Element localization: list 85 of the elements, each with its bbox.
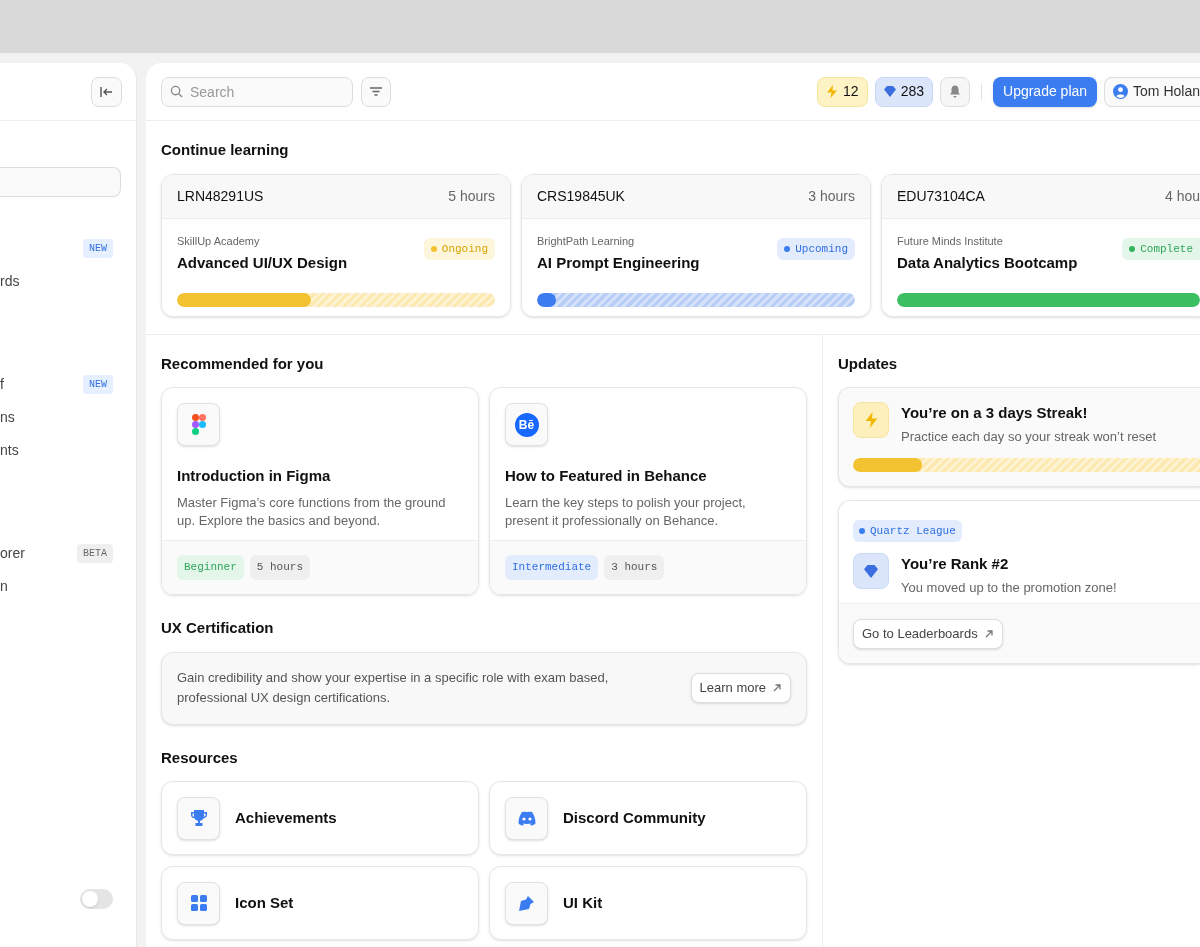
resource-title: Achievements bbox=[235, 807, 337, 828]
streak-subtitle: Practice each day so your streak won’t reset bbox=[901, 427, 1157, 446]
filter-button[interactable] bbox=[361, 76, 391, 107]
duration-tag: 3 hours bbox=[604, 555, 665, 580]
status-badge: Ongoing bbox=[423, 237, 495, 260]
course-title: AI Prompt Engineering bbox=[537, 253, 700, 273]
filter-icon bbox=[370, 87, 382, 96]
course-card[interactable]: Introduction in Figma Master Figma’s core functions from the ground up. Explore the basics and beyond. Beginner 5 hours bbox=[161, 387, 479, 595]
resource-card[interactable]: Discord Community bbox=[489, 781, 807, 855]
rank-title: You’re Rank #2 bbox=[901, 554, 1010, 575]
section-title: Continue learning bbox=[161, 140, 290, 160]
course-description: Master Figma’s core functions from the ground up. Explore the basics and beyond. bbox=[177, 493, 447, 530]
streak-title: You’re on a 3 days Streak! bbox=[901, 403, 1089, 423]
search-field[interactable] bbox=[0, 167, 121, 197]
pen-nib-icon bbox=[518, 894, 535, 912]
status-badge: Upcoming bbox=[777, 237, 855, 260]
notifications-button[interactable] bbox=[940, 76, 970, 107]
course-duration: 3 hours bbox=[808, 186, 855, 206]
resource-card[interactable]: Icon Set bbox=[161, 866, 479, 940]
level-tag: Beginner bbox=[177, 555, 244, 580]
level-tag: Intermediate bbox=[505, 555, 599, 580]
league-badge: Quartz League bbox=[853, 519, 962, 543]
leaderboards-button[interactable]: Go to Leaderboards bbox=[853, 618, 1003, 649]
streak-badge[interactable]: 12 bbox=[817, 76, 868, 107]
course-card[interactable]: LRN48291US 5 hours SkillUp Academy Advanced UI/UX Design Ongoing bbox=[161, 173, 511, 317]
lightning-icon bbox=[826, 85, 839, 98]
provider-name: SkillUp Academy bbox=[177, 233, 261, 249]
section-title: Recommended for you bbox=[161, 353, 325, 374]
grid-icon bbox=[190, 895, 207, 911]
learn-more-button[interactable]: Learn more bbox=[690, 673, 791, 703]
user-avatar-icon bbox=[1113, 84, 1129, 99]
provider-name: BrightPath Learning bbox=[537, 233, 636, 249]
course-title: Introduction in Figma bbox=[177, 466, 332, 486]
course-duration: 4 hou bbox=[1164, 186, 1200, 206]
certification-text: Gain credibility and show your expertise in a specific role with exam based, professional UX design certifications. bbox=[177, 669, 610, 707]
sidebar-item[interactable]: ns bbox=[0, 407, 15, 428]
resource-title: Discord Community bbox=[563, 807, 706, 828]
badge: BETA bbox=[77, 544, 113, 563]
course-title: Advanced UI/UX Design bbox=[177, 253, 348, 273]
sidebar-item[interactable]: rds bbox=[0, 271, 20, 292]
course-card[interactable]: Bē How to Featured in Behance Learn the key steps to polish your project, present it professionally on Behance. Intermediate 3 hours bbox=[489, 387, 807, 595]
course-duration: 5 hours bbox=[448, 186, 495, 206]
arrow-up-right-icon bbox=[772, 683, 782, 693]
resource-card[interactable]: Achievements bbox=[161, 781, 479, 855]
upgrade-plan-button[interactable]: Upgrade plan bbox=[993, 76, 1098, 107]
collapse-icon bbox=[100, 85, 113, 98]
course-title: Data Analytics Bootcamp bbox=[897, 253, 1078, 273]
behance-logo: Bē bbox=[514, 412, 539, 437]
course-card[interactable]: CRS19845UK 3 hours BrightPath Learning AI Prompt Engineering Upcoming bbox=[521, 173, 871, 317]
badge: NEW bbox=[83, 375, 113, 394]
resource-title: UI Kit bbox=[563, 892, 603, 913]
resource-card[interactable]: UI Kit bbox=[489, 866, 807, 940]
section-title: UX Certification bbox=[161, 618, 275, 638]
lightning-icon bbox=[864, 412, 878, 428]
trophy-icon bbox=[189, 809, 208, 827]
course-code: CRS19845UK bbox=[537, 186, 625, 206]
status-badge: Complete bbox=[1122, 237, 1200, 260]
sidebar-item[interactable]: f bbox=[0, 374, 4, 395]
provider-name: Future Minds Institute bbox=[897, 233, 1004, 249]
collapse-sidebar-button[interactable] bbox=[91, 76, 122, 107]
sidebar-item[interactable]: orer bbox=[0, 543, 25, 564]
section-title: Updates bbox=[838, 353, 899, 374]
gem-icon bbox=[864, 564, 878, 578]
badge: NEW bbox=[83, 239, 113, 258]
course-code: LRN48291US bbox=[177, 186, 264, 206]
bell-icon bbox=[949, 85, 961, 98]
course-code: EDU73104CA bbox=[897, 186, 985, 206]
resource-title: Icon Set bbox=[235, 892, 294, 913]
game-controller-chat-icon bbox=[516, 810, 537, 826]
sidebar-item[interactable]: n bbox=[0, 576, 8, 597]
gems-badge[interactable]: 283 bbox=[874, 76, 933, 107]
rank-subtitle: You moved up to the promotion zone! bbox=[901, 578, 1117, 597]
duration-tag: 5 hours bbox=[249, 555, 311, 580]
figma-logo-icon bbox=[191, 414, 206, 435]
sidebar-item[interactable]: nts bbox=[0, 440, 19, 461]
arrow-up-right-icon bbox=[983, 628, 994, 639]
section-title: Resources bbox=[161, 747, 239, 768]
course-title: How to Featured in Behance bbox=[505, 466, 708, 486]
toggle-switch[interactable] bbox=[80, 889, 113, 909]
search-icon bbox=[170, 84, 183, 98]
course-card[interactable]: EDU73104CA 4 hou Future Minds Institute Data Analytics Bootcamp Complete bbox=[881, 173, 1200, 317]
user-menu-button[interactable]: Tom Holan bbox=[1104, 76, 1200, 107]
search-field[interactable]: Search bbox=[161, 76, 353, 107]
gem-icon bbox=[883, 86, 896, 97]
course-description: Learn the key steps to polish your project, present it professionally on Behance. bbox=[505, 493, 747, 530]
